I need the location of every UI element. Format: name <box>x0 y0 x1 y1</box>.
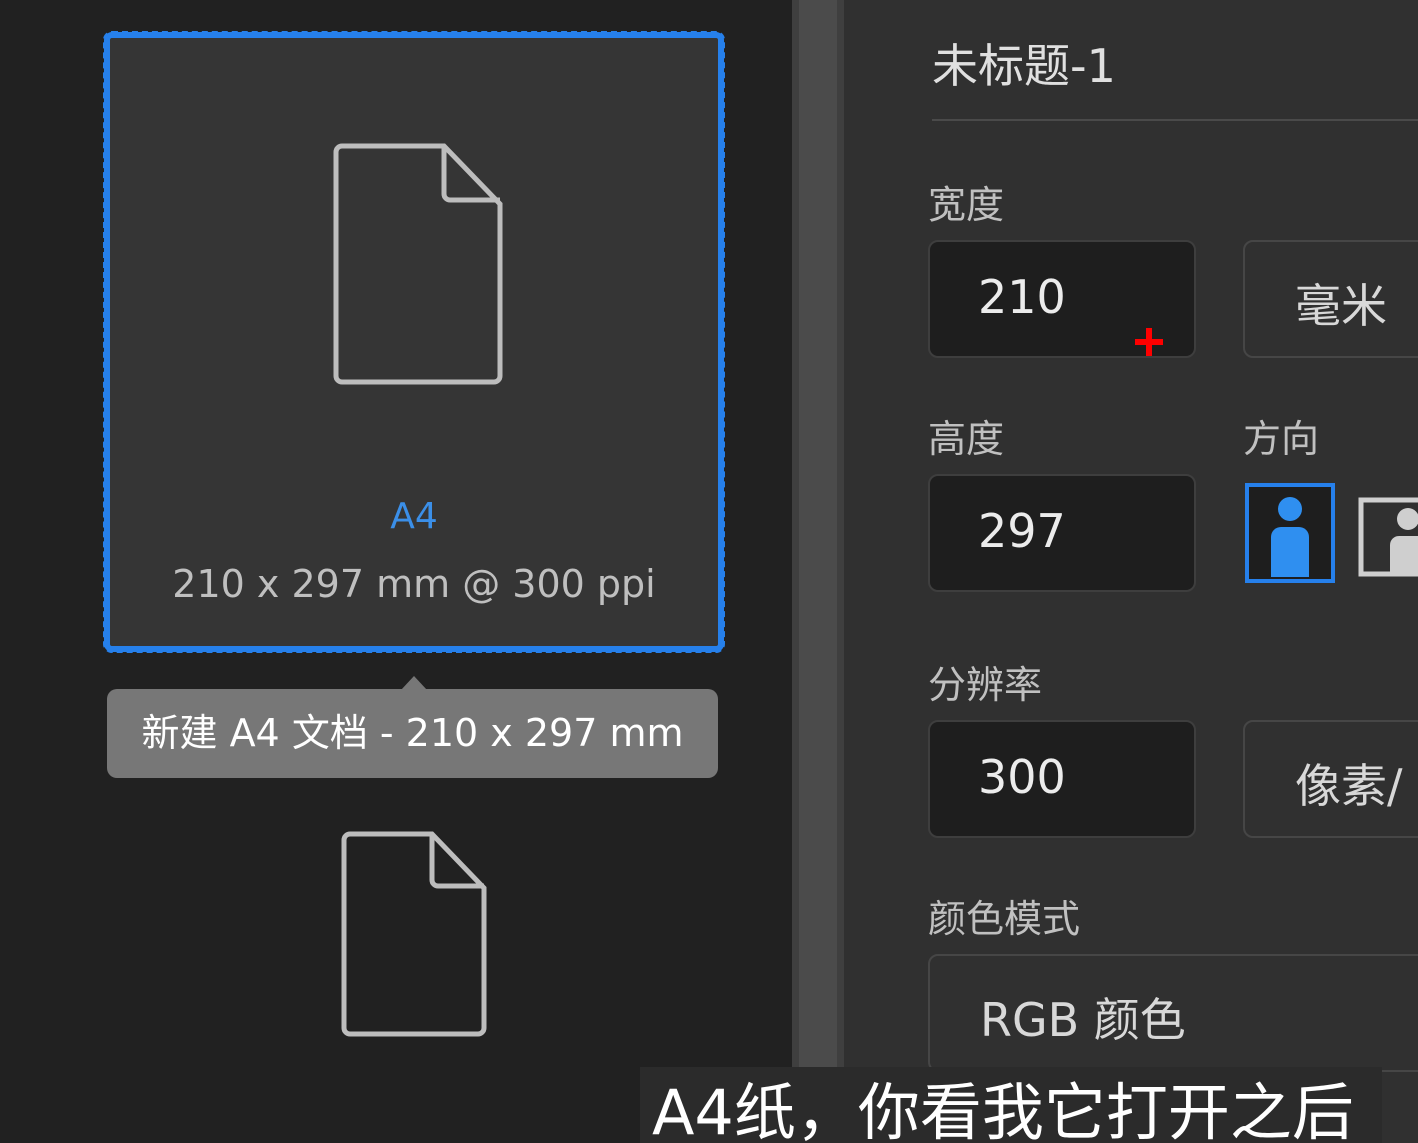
preset-details: 210 x 297 mm @ 300 ppi <box>172 562 656 606</box>
orientation-label: 方向 <box>1243 417 1320 461</box>
height-value: 297 <box>978 504 1066 558</box>
width-value: 210 <box>978 270 1066 324</box>
crosshair-cursor-icon <box>1135 328 1163 356</box>
preset-name: A4 <box>390 496 438 537</box>
name-underline <box>932 119 1418 121</box>
resolution-field[interactable]: 300 <box>928 720 1196 838</box>
document-icon <box>333 143 503 385</box>
color-mode-label: 颜色模式 <box>928 897 1081 941</box>
tooltip-arrow <box>401 676 427 690</box>
document-name-input[interactable]: 未标题-1 <box>932 30 1116 96</box>
resolution-unit-select[interactable]: 像素/ <box>1243 720 1418 838</box>
resolution-unit-value: 像素/ <box>1295 759 1403 813</box>
video-subtitle: A4纸，你看我它打开之后 <box>640 1067 1382 1143</box>
landscape-orientation-icon[interactable] <box>1358 497 1418 577</box>
resolution-label: 分辨率 <box>928 663 1043 707</box>
color-mode-value: RGB 颜色 <box>980 993 1186 1047</box>
panel-scrollbar[interactable] <box>799 0 837 1143</box>
unit-select[interactable]: 毫米 <box>1243 240 1418 358</box>
preset-tooltip: 新建 A4 文档 - 210 x 297 mm <box>107 689 718 778</box>
portrait-orientation-icon[interactable] <box>1245 483 1335 583</box>
preset-card-a4[interactable]: A4 210 x 297 mm @ 300 ppi <box>103 31 725 653</box>
document-icon[interactable] <box>340 830 490 1040</box>
unit-value: 毫米 <box>1295 279 1387 333</box>
color-mode-select[interactable]: RGB 颜色 <box>928 954 1418 1072</box>
height-label: 高度 <box>928 417 1005 461</box>
resolution-value: 300 <box>978 750 1066 804</box>
height-field[interactable]: 297 <box>928 474 1196 592</box>
width-label: 宽度 <box>928 183 1005 227</box>
